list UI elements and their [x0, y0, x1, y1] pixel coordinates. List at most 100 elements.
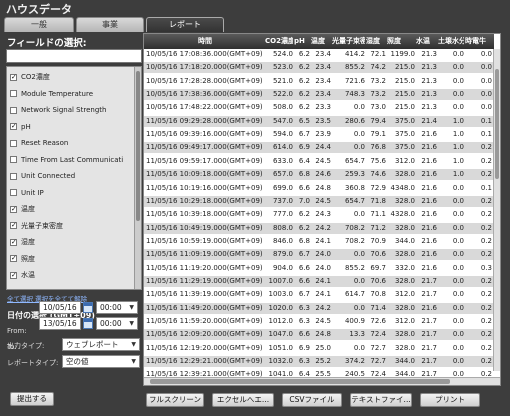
table-row[interactable]: 11/05/16 09:49:17.000(GMT+09) 614.0 6.9 24.…	[144, 142, 494, 154]
table-row[interactable]: 11/05/16 10:19:16.000(GMT+09) 699.0 6.6 24.…	[144, 182, 494, 194]
table-horizontal-scrollbar[interactable]	[144, 377, 500, 385]
tab-report[interactable]: レポート	[146, 17, 224, 32]
table-row[interactable]: 11/05/16 11:29:19.000(GMT+09) 1007.0 6.6 24…	[144, 275, 494, 287]
column-header[interactable]: pH	[294, 34, 310, 49]
field-item[interactable]: ✓ 湿度	[10, 236, 35, 248]
report-type-select[interactable]: 空の値 ▼	[62, 355, 140, 368]
table-row[interactable]: 11/05/16 10:49:19.000(GMT+09) 808.0 6.2 24.…	[144, 222, 494, 234]
table-cell: 6.9	[298, 143, 310, 152]
fullscreen-button[interactable]: フルスクリーン	[146, 393, 204, 407]
table-row[interactable]: 11/05/16 11:59:20.000(GMT+09) 1012.0 6.3 24…	[144, 316, 494, 327]
field-list-scrollbar[interactable]	[134, 67, 141, 289]
export-excel-button[interactable]: エクセルへエ...	[212, 393, 274, 407]
table-cell: 215.0	[394, 90, 415, 99]
table-cell: 11/05/16 09:59:17.000(GMT+09)	[146, 156, 263, 165]
to-time-select[interactable]: 00:00 ▼	[96, 317, 138, 330]
field-checkbox[interactable]: ✓	[10, 222, 17, 229]
field-checkbox[interactable]	[10, 189, 17, 196]
from-date-input[interactable]: 10/05/16	[39, 301, 81, 314]
table-row[interactable]: 10/05/16 17:08:36.000(GMT+09) 524.0 6.2 23.…	[144, 49, 494, 60]
field-search-input[interactable]	[6, 49, 142, 63]
table-row[interactable]: 11/05/16 11:49:20.000(GMT+09) 1020.0 6.3 24…	[144, 302, 494, 314]
to-date-input[interactable]: 13/05/16	[39, 317, 81, 330]
field-item[interactable]: Module Temperature	[10, 88, 93, 100]
field-checkbox[interactable]	[10, 172, 17, 180]
table-cell: 375.0	[394, 143, 415, 152]
print-button[interactable]: プリント	[420, 393, 480, 407]
table-row[interactable]: 11/05/16 10:59:19.000(GMT+09) 846.0 6.8 24.…	[144, 235, 494, 247]
table-cell: 521.0	[272, 76, 293, 85]
table-row[interactable]: 11/05/16 10:29:18.000(GMT+09) 737.0 7.0 24.…	[144, 195, 494, 207]
field-checkbox[interactable]	[10, 106, 17, 114]
table-row[interactable]: 10/05/16 17:38:36.000(GMT+09) 522.0 6.2 23.…	[144, 89, 494, 101]
column-header[interactable]: 土壌水分	[438, 34, 464, 49]
export-csv-button[interactable]: CSVファイル	[282, 393, 342, 407]
table-cell: 0.0	[353, 303, 365, 312]
table-row[interactable]: 11/05/16 12:29:21.000(GMT+09) 1032.0 6.3 25…	[144, 356, 494, 368]
field-item[interactable]: ✓ 水温	[10, 269, 35, 281]
table-row[interactable]: 10/05/16 17:18:20.000(GMT+09) 523.0 6.2 23.…	[144, 62, 494, 74]
table-vscroll-thumb[interactable]	[495, 69, 499, 179]
table-row[interactable]: 11/05/16 10:09:18.000(GMT+09) 657.0 6.8 24.…	[144, 169, 494, 181]
field-checkbox[interactable]: ✓	[10, 271, 17, 279]
table-row[interactable]: 11/05/16 11:09:19.000(GMT+09) 879.0 6.7 24.…	[144, 249, 494, 261]
field-checkbox[interactable]	[10, 139, 17, 147]
output-type-select[interactable]: ウェブレポート ▼	[62, 338, 140, 351]
column-header[interactable]: CO2濃度	[265, 34, 293, 49]
field-item[interactable]: ✓ pH	[10, 121, 31, 133]
field-item[interactable]: ✓ 照度	[10, 253, 35, 265]
field-checkbox[interactable]: ✓	[10, 255, 17, 262]
column-header[interactable]: 水温	[416, 34, 437, 49]
table-row[interactable]: 10/05/16 17:28:28.000(GMT+09) 521.0 6.2 23.…	[144, 75, 494, 87]
from-calendar-icon[interactable]	[83, 302, 93, 313]
column-header[interactable]: 温度	[311, 34, 331, 49]
table-cell: 21.3	[421, 103, 437, 112]
table-cell: 0.2	[480, 303, 492, 312]
table-row[interactable]: 10/05/16 17:48:22.000(GMT+09) 508.0 6.2 23.…	[144, 102, 494, 114]
field-checkbox[interactable]: ✓	[10, 73, 17, 81]
field-item[interactable]: Unit Connected	[10, 170, 75, 182]
table-row[interactable]: 11/05/16 10:39:18.000(GMT+09) 777.0 6.2 24.…	[144, 209, 494, 221]
table-row[interactable]: 11/05/16 11:39:19.000(GMT+09) 1003.0 6.7 24…	[144, 289, 494, 301]
submit-button[interactable]: 提出する	[10, 392, 54, 406]
table-row[interactable]: 11/05/16 09:39:16.000(GMT+09) 594.0 6.7 23.…	[144, 129, 494, 141]
field-item[interactable]: Unit IP	[10, 187, 44, 199]
table-cell: 654.7	[344, 156, 365, 165]
table-cell: 74.6	[370, 170, 386, 179]
table-row[interactable]: 11/05/16 09:29:28.000(GMT+09) 547.0 6.5 23.…	[144, 115, 494, 127]
column-header[interactable]: 時間	[146, 34, 264, 49]
column-header[interactable]: 時電牛	[465, 34, 492, 49]
field-checkbox[interactable]	[10, 156, 17, 163]
tab-business[interactable]: 事業	[76, 17, 144, 32]
table-cell: 1.0	[452, 156, 464, 165]
field-item[interactable]: Reset Reason	[10, 137, 68, 149]
table-cell: 708.2	[344, 223, 365, 232]
field-checkbox[interactable]	[10, 90, 17, 97]
field-item[interactable]: ✓ CO2濃度	[10, 71, 50, 83]
field-checkbox[interactable]: ✓	[10, 205, 17, 213]
to-calendar-icon[interactable]	[83, 318, 93, 329]
table-row[interactable]: 11/05/16 11:19:20.000(GMT+09) 904.0 6.6 24.…	[144, 262, 494, 274]
column-header[interactable]: 湿度	[366, 34, 386, 49]
column-header[interactable]: 光量子束密度	[332, 34, 365, 49]
from-time-select[interactable]: 00:00 ▼	[96, 301, 138, 314]
table-cell: 654.7	[344, 196, 365, 205]
column-header[interactable]: 照度	[387, 34, 415, 49]
table-hscroll-thumb[interactable]	[150, 379, 450, 384]
field-item[interactable]: ✓ 光量子束密度	[10, 220, 63, 232]
field-label: 湿度	[21, 238, 35, 246]
field-item[interactable]: Time From Last Communicati	[10, 154, 123, 166]
table-row[interactable]: 11/05/16 12:19:20.000(GMT+09) 1051.0 6.9 25…	[144, 342, 494, 354]
field-list-scroll-thumb[interactable]	[136, 71, 140, 221]
table-cell: 0.2	[480, 276, 492, 285]
table-row[interactable]: 11/05/16 09:59:17.000(GMT+09) 633.0 6.4 24.…	[144, 155, 494, 167]
field-checkbox[interactable]: ✓	[10, 238, 17, 246]
export-text-button[interactable]: テキストファイ...	[350, 393, 412, 407]
table-row[interactable]: 11/05/16 12:09:20.000(GMT+09) 1047.0 6.6 24…	[144, 329, 494, 341]
field-checkbox[interactable]: ✓	[10, 123, 17, 130]
table-vertical-scrollbar[interactable]	[493, 49, 500, 371]
field-item[interactable]: ✓ 温度	[10, 203, 35, 215]
table-cell: 0.0	[480, 103, 492, 112]
field-item[interactable]: Network Signal Strength	[10, 104, 106, 116]
tab-general[interactable]: 一般	[4, 17, 74, 32]
